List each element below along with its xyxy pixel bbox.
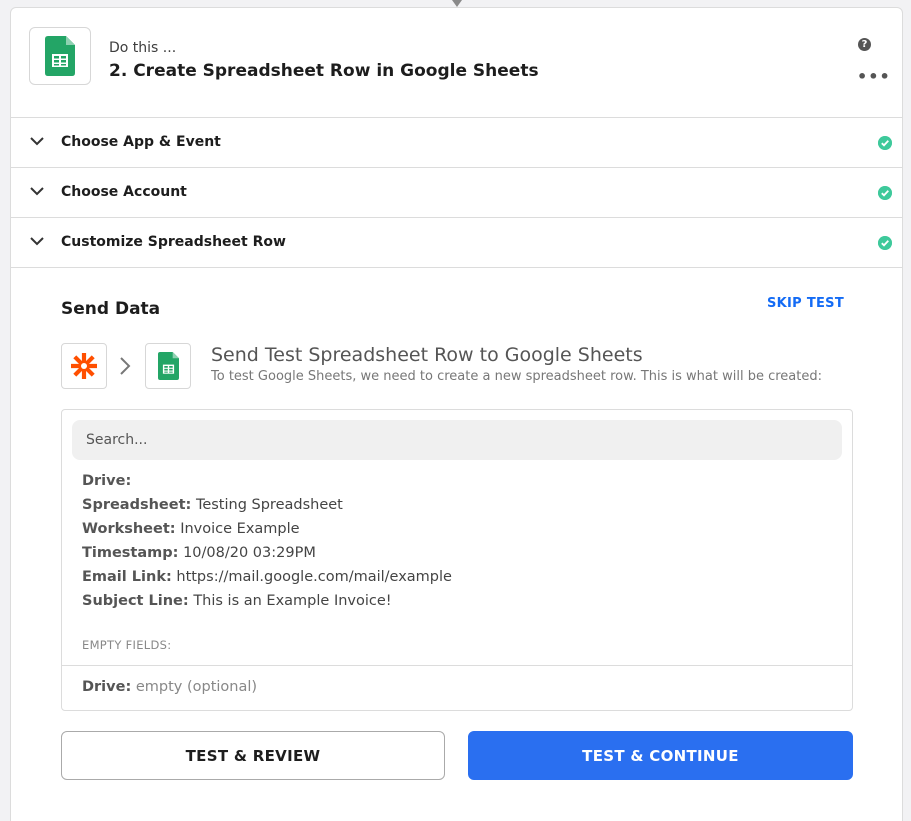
field-row: Spreadsheet: Testing Spreadsheet (82, 497, 343, 513)
section-choose-account[interactable]: Choose Account (11, 168, 902, 218)
source-app-tile (61, 343, 107, 389)
section-customize-spreadsheet-row[interactable]: Customize Spreadsheet Row (11, 218, 902, 268)
target-app-tile (145, 343, 191, 389)
chevron-down-icon (30, 187, 44, 196)
test-and-review-button[interactable]: TEST & REVIEW (61, 731, 445, 780)
check-circle-icon (878, 236, 892, 250)
chevron-right-icon (120, 357, 131, 375)
field-value: Invoice Example (180, 521, 300, 537)
field-label: Timestamp: (82, 545, 179, 561)
send-data-section: Send Data SKIP TEST Send Test Spreadshee… (11, 268, 902, 818)
field-row: Worksheet: Invoice Example (82, 521, 300, 537)
field-value: Testing Spreadsheet (195, 497, 343, 513)
field-row: Timestamp: 10/08/20 03:29PM (82, 545, 316, 561)
field-value: This is an Example Invoice! (193, 593, 392, 609)
check-circle-icon (878, 136, 892, 150)
section-choose-app-event[interactable]: Choose App & Event (11, 118, 902, 168)
field-label: Subject Line: (82, 593, 189, 609)
empty-field-row: Drive: empty (optional) (82, 679, 257, 695)
step-prefix: Do this ... (109, 40, 177, 56)
field-value: https://mail.google.com/mail/example (176, 569, 452, 585)
field-value: 10/08/20 03:29PM (183, 545, 316, 561)
field-row: Email Link: https://mail.google.com/mail… (82, 569, 452, 585)
section-label: Choose Account (61, 184, 187, 200)
step-card: Do this ... 2. Create Spreadsheet Row in… (10, 7, 903, 821)
zapier-icon (71, 353, 97, 379)
chevron-down-icon (30, 237, 44, 246)
search-input[interactable] (72, 420, 842, 460)
app-tile[interactable] (29, 27, 91, 85)
field-row: Subject Line: This is an Example Invoice… (82, 593, 392, 609)
empty-fields-header: EMPTY FIELDS: (82, 638, 172, 652)
field-label: Email Link: (82, 569, 172, 585)
divider (62, 665, 852, 666)
field-label: Spreadsheet: (82, 497, 192, 513)
section-label: Customize Spreadsheet Row (61, 234, 286, 250)
help-icon[interactable]: ? (858, 38, 871, 51)
field-row: Drive: (82, 473, 131, 489)
google-sheets-icon (157, 352, 179, 380)
section-label: Choose App & Event (61, 134, 221, 150)
skip-test-link[interactable]: SKIP TEST (767, 296, 844, 311)
step-header: Do this ... 2. Create Spreadsheet Row in… (11, 8, 902, 118)
field-label: Drive: (82, 473, 132, 489)
send-test-heading: Send Test Spreadsheet Row to Google Shee… (211, 344, 643, 366)
send-data-title: Send Data (61, 299, 161, 319)
field-value: empty (optional) (135, 679, 258, 695)
send-test-subtitle: To test Google Sheets, we need to create… (211, 369, 822, 384)
step-connector-arrow (452, 0, 462, 7)
field-label: Worksheet: (82, 521, 176, 537)
more-options-icon[interactable]: ••• (857, 69, 891, 85)
test-data-panel: Drive: Spreadsheet: Testing Spreadsheet … (61, 409, 853, 711)
google-sheets-icon (45, 36, 75, 76)
step-title[interactable]: 2. Create Spreadsheet Row in Google Shee… (109, 61, 539, 81)
check-circle-icon (878, 186, 892, 200)
chevron-down-icon (30, 137, 44, 146)
field-label: Drive: (82, 679, 132, 695)
test-and-continue-button[interactable]: TEST & CONTINUE (468, 731, 853, 780)
